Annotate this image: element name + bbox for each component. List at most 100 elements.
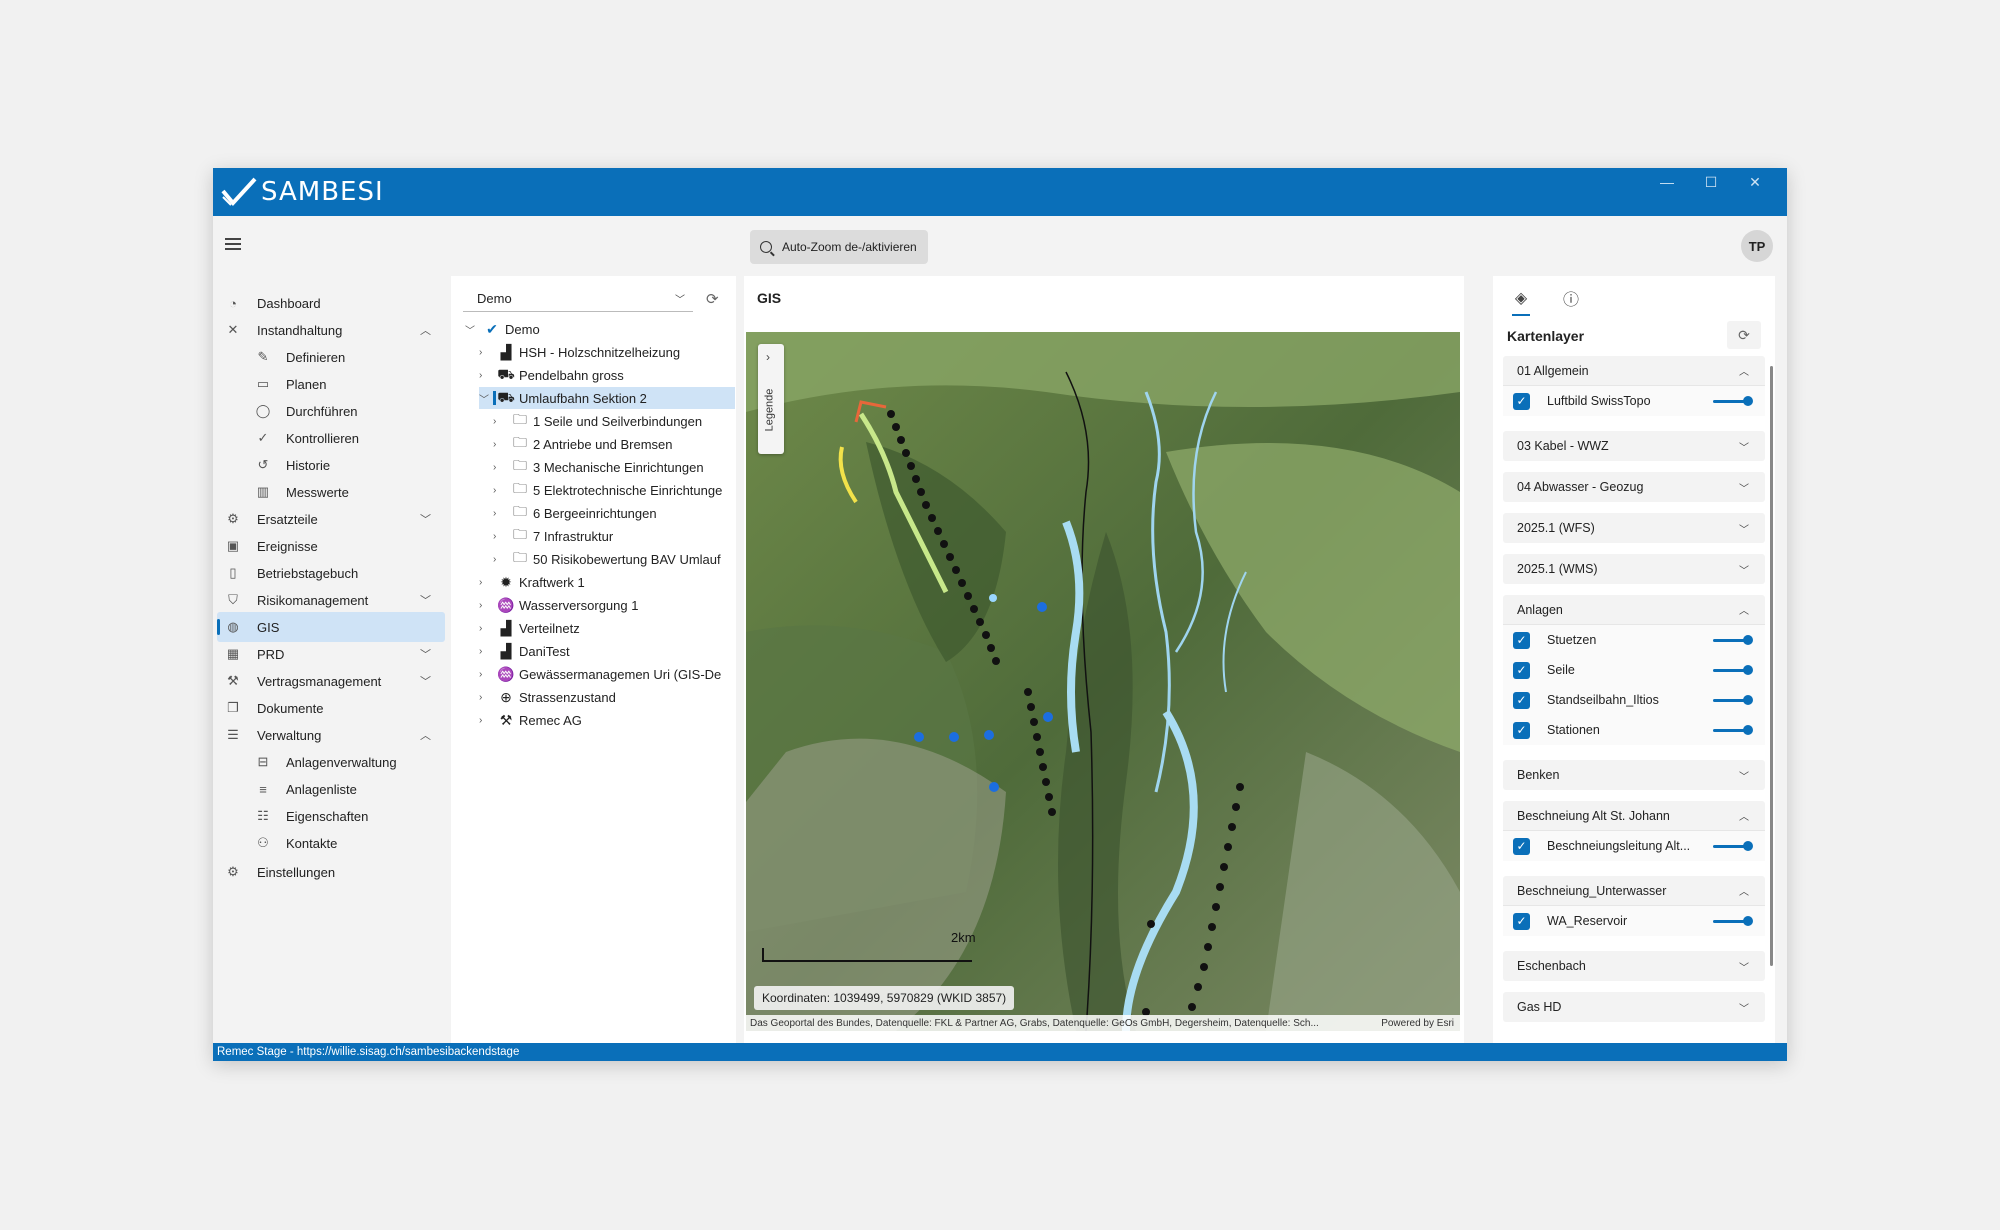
chevron-down-icon[interactable]: ﹀ — [420, 646, 431, 662]
sidebar-item-instandhaltung[interactable]: ✕ Instandhaltung ︿ — [213, 315, 445, 345]
tree-node[interactable]: › 🗀 3 Mechanische Einrichtungen — [493, 456, 735, 478]
powered-by-link[interactable]: Powered by Esri — [1381, 1018, 1454, 1029]
chevron-right-icon[interactable]: › — [493, 416, 505, 427]
opacity-slider[interactable] — [1713, 915, 1753, 927]
chevron-right-icon[interactable]: › — [493, 439, 505, 450]
sidebar-item-verwaltung[interactable]: ☰ Verwaltung ︿ — [213, 720, 445, 750]
slider-thumb[interactable] — [1743, 695, 1753, 705]
scrollbar[interactable] — [1770, 366, 1773, 966]
sidebar-item-prd[interactable]: ▦ PRD ﹀ — [213, 639, 445, 669]
opacity-slider[interactable] — [1713, 664, 1753, 676]
chevron-down-icon[interactable]: ﹀ — [1739, 439, 1749, 454]
tree-node[interactable]: › 🗀 1 Seile und Seilverbindungen — [493, 410, 735, 432]
sidebar-item-dashboard[interactable]: ◔ Dashboard — [213, 288, 445, 318]
tree-node[interactable]: › ⚒ Remec AG — [479, 709, 735, 731]
chevron-down-icon[interactable]: ﹀ — [479, 391, 491, 406]
legend-toggle[interactable]: › Legende — [758, 344, 784, 454]
map-view[interactable]: › Legende 2km Koordinaten: 1039499, 5970… — [746, 332, 1460, 1031]
chevron-up-icon[interactable]: ︿ — [1739, 363, 1749, 378]
layer-checkbox[interactable]: ✓ — [1513, 912, 1530, 930]
slider-thumb[interactable] — [1743, 396, 1753, 406]
tree-selector[interactable]: Demo ﹀ — [463, 286, 693, 312]
layer-checkbox[interactable]: ✓ — [1513, 661, 1530, 679]
sidebar-item-ersatzteile[interactable]: ⚙ Ersatzteile ﹀ — [213, 504, 445, 534]
sidebar-item-dokumente[interactable]: ❐ Dokumente — [213, 693, 445, 723]
sidebar-item-betriebstagebuch[interactable]: ▯ Betriebstagebuch — [213, 558, 445, 588]
sidebar-item-anlagenliste[interactable]: ≡ Anlagenliste — [213, 774, 445, 804]
chevron-right-icon[interactable]: › — [479, 600, 491, 611]
sidebar-item-einstellungen[interactable]: ⚙ Einstellungen — [213, 857, 445, 887]
sidebar-item-ereignisse[interactable]: ▣ Ereignisse — [213, 531, 445, 561]
chevron-down-icon[interactable]: ﹀ — [420, 511, 431, 527]
slider-thumb[interactable] — [1743, 841, 1753, 851]
slider-thumb[interactable] — [1743, 665, 1753, 675]
chevron-down-icon[interactable]: ﹀ — [420, 592, 431, 608]
opacity-slider[interactable] — [1713, 634, 1753, 646]
chevron-right-icon[interactable]: › — [479, 577, 491, 588]
chevron-down-icon[interactable]: ﹀ — [1739, 768, 1749, 783]
layer-group-header[interactable]: Beschneiung Alt St. Johann ︿ — [1503, 801, 1765, 831]
chevron-right-icon[interactable]: › — [479, 715, 491, 726]
layer-checkbox[interactable]: ✓ — [1513, 392, 1530, 410]
sidebar-item-eigenschaften[interactable]: ☷ Eigenschaften — [213, 801, 445, 831]
chevron-down-icon[interactable]: ﹀ — [1739, 480, 1749, 495]
slider-thumb[interactable] — [1743, 635, 1753, 645]
minimize-button[interactable]: — — [1645, 168, 1689, 196]
maximize-button[interactable]: ☐ — [1689, 168, 1733, 196]
chevron-up-icon[interactable]: ︿ — [1739, 883, 1749, 898]
menu-toggle-icon[interactable] — [225, 238, 241, 250]
tree-node[interactable]: › 🗀 50 Risikobewertung BAV Umlauf — [493, 548, 735, 570]
chevron-up-icon[interactable]: ︿ — [420, 727, 431, 743]
tree-node[interactable]: › ▟ Verteilnetz — [479, 617, 735, 639]
tree-node[interactable]: › ✹ Kraftwerk 1 — [479, 571, 735, 593]
sidebar-item-anlagenverwaltung[interactable]: ⊟ Anlagenverwaltung — [213, 747, 445, 777]
close-button[interactable]: ✕ — [1733, 168, 1777, 196]
tree-node[interactable]: › ♒ Gewässermanagemen Uri (GIS-De — [479, 663, 735, 685]
tree-node[interactable]: › 🗀 6 Bergeeinrichtungen — [493, 502, 735, 524]
layer-group-header[interactable]: 2025.1 (WMS) ﹀ — [1503, 554, 1765, 584]
chevron-down-icon[interactable]: ﹀ — [1739, 562, 1749, 577]
sidebar-item-kontakte[interactable]: ⚇ Kontakte — [213, 828, 445, 858]
slider-thumb[interactable] — [1743, 725, 1753, 735]
autozoom-button[interactable]: Auto-Zoom de-/aktivieren — [750, 230, 928, 264]
refresh-icon[interactable]: ⟳ — [706, 290, 724, 308]
sidebar-item-definieren[interactable]: ✎ Definieren — [213, 342, 445, 372]
layer-group-header[interactable]: 03 Kabel - WWZ ﹀ — [1503, 431, 1765, 461]
user-avatar[interactable]: TP — [1741, 230, 1773, 262]
layer-group-header[interactable]: 04 Abwasser - Geozug ﹀ — [1503, 472, 1765, 502]
tree-node[interactable]: › ⛟ Pendelbahn gross — [479, 364, 735, 386]
tree-node[interactable]: ﹀ ⛟ Umlaufbahn Sektion 2 — [479, 387, 735, 409]
layer-checkbox[interactable]: ✓ — [1513, 837, 1530, 855]
tree-node[interactable]: › ⊕ Strassenzustand — [479, 686, 735, 708]
tree-node[interactable]: › ▟ DaniTest — [479, 640, 735, 662]
layers-icon[interactable]: ◈ — [1509, 286, 1533, 316]
chevron-right-icon[interactable]: › — [493, 462, 505, 473]
sidebar-item-gis[interactable]: ◍ GIS — [217, 612, 445, 642]
chevron-right-icon[interactable]: › — [479, 669, 491, 680]
sidebar-item-messwerte[interactable]: ▥ Messwerte — [213, 477, 445, 507]
chevron-down-icon[interactable]: ﹀ — [465, 322, 477, 337]
tree-node[interactable]: › ♒ Wasserversorgung 1 — [479, 594, 735, 616]
layer-checkbox[interactable]: ✓ — [1513, 691, 1530, 709]
chevron-right-icon[interactable]: › — [479, 370, 491, 381]
chevron-right-icon[interactable]: › — [479, 623, 491, 634]
layer-group-header[interactable]: Gas HD ﹀ — [1503, 992, 1765, 1022]
tree-node[interactable]: › ▟ HSH - Holzschnitzelheizung — [479, 341, 735, 363]
sidebar-item-historie[interactable]: ↺ Historie — [213, 450, 445, 480]
layer-group-header[interactable]: 01 Allgemein ︿ — [1503, 356, 1765, 386]
tree-node[interactable]: › 🗀 7 Infrastruktur — [493, 525, 735, 547]
layer-checkbox[interactable]: ✓ — [1513, 631, 1530, 649]
tree-node[interactable]: ﹀ ✔ Demo — [465, 318, 735, 340]
chevron-down-icon[interactable]: ﹀ — [1739, 1000, 1749, 1015]
chevron-right-icon[interactable]: › — [479, 646, 491, 657]
sidebar-item-vertragsmanagement[interactable]: ⚒ Vertragsmanagement ﹀ — [213, 666, 445, 696]
sidebar-item-kontrollieren[interactable]: ✓ Kontrollieren — [213, 423, 445, 453]
layer-group-header[interactable]: Beschneiung_Unterwasser ︿ — [1503, 876, 1765, 906]
layer-group-header[interactable]: Eschenbach ﹀ — [1503, 951, 1765, 981]
refresh-icon[interactable]: ⟳ — [1727, 321, 1761, 349]
chevron-right-icon[interactable]: › — [479, 692, 491, 703]
chevron-right-icon[interactable]: › — [493, 531, 505, 542]
layer-group-header[interactable]: Anlagen ︿ — [1503, 595, 1765, 625]
info-icon[interactable]: ⓘ — [1559, 286, 1583, 310]
opacity-slider[interactable] — [1713, 724, 1753, 736]
